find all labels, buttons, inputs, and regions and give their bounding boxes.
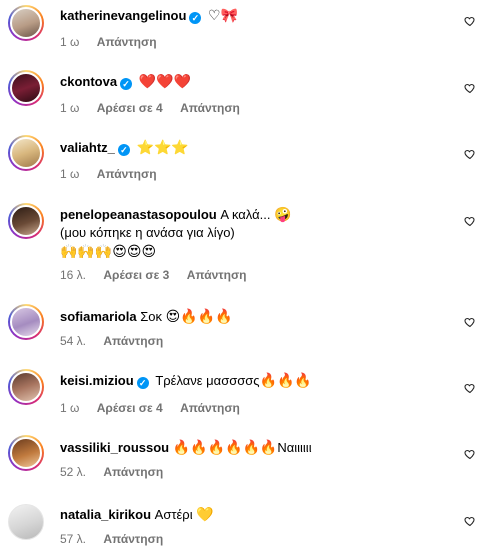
comment-text: Σοκ <box>140 309 162 324</box>
comment-time: 54 λ. <box>60 334 87 348</box>
reply-button[interactable]: Απάντηση <box>97 35 157 49</box>
avatar[interactable] <box>8 5 44 41</box>
like-heart-icon[interactable] <box>464 215 476 227</box>
like-heart-icon[interactable] <box>464 316 476 328</box>
comment-time: 57 λ. <box>60 532 87 546</box>
reply-button[interactable]: Απάντηση <box>103 465 163 479</box>
verified-icon: ✓ <box>117 144 130 156</box>
comment-emoji: 😍🔥🔥🔥 <box>165 309 233 325</box>
comment-emoji: 💛 <box>196 507 214 523</box>
verified-icon: ✓ <box>189 12 202 24</box>
comment-time: 1 ω <box>60 167 80 181</box>
comment-time: 52 λ. <box>60 465 87 479</box>
likes-count[interactable]: Αρέσει σε 4 <box>97 101 163 115</box>
like-heart-icon[interactable] <box>464 82 476 94</box>
likes-count[interactable]: Αρέσει σε 4 <box>97 401 163 415</box>
comment-emoji: ❤️❤️❤️ <box>138 74 191 90</box>
comment-text: Α καλά... <box>220 207 271 222</box>
comment-username[interactable]: penelopeanastasopoulou <box>60 207 217 222</box>
likes-count[interactable]: Αρέσει σε 3 <box>103 268 169 282</box>
reply-button[interactable]: Απάντηση <box>103 532 163 546</box>
avatar[interactable] <box>8 504 44 540</box>
avatar[interactable] <box>8 135 44 171</box>
comment-text: Αστέρι <box>154 507 193 522</box>
comment-username[interactable]: valiahtz_ <box>60 140 115 155</box>
avatar[interactable] <box>8 304 44 340</box>
comment-emoji: ♡🎀 <box>208 8 239 24</box>
avatar[interactable] <box>8 369 44 405</box>
comment-text: Τρέλανε μασσσσς <box>155 373 260 388</box>
reply-button[interactable]: Απάντηση <box>187 268 247 282</box>
comment-text: Ναιιιιιι <box>277 440 312 455</box>
like-heart-icon[interactable] <box>464 382 476 394</box>
verified-icon: ✓ <box>136 377 149 389</box>
comment-text-line2: (μου κόπηκε η ανάσα για λίγο) <box>60 225 235 240</box>
reply-button[interactable]: Απάντηση <box>103 334 163 348</box>
comment-username[interactable]: vassiliki_roussou <box>60 440 169 455</box>
avatar[interactable] <box>8 203 44 239</box>
comment-username[interactable]: keisi.miziou <box>60 373 134 388</box>
reply-button[interactable]: Απάντηση <box>180 101 240 115</box>
comment-username[interactable]: ckontova <box>60 74 117 89</box>
comment-time: 1 ω <box>60 401 80 415</box>
comment-time: 16 λ. <box>60 268 87 282</box>
comment-emoji: 🤪 <box>274 207 292 223</box>
comment-time: 1 ω <box>60 35 80 49</box>
comment-emoji: ⭐⭐⭐ <box>136 140 189 156</box>
comment-username[interactable]: sofiamariola <box>60 309 137 324</box>
comment-username[interactable]: katherinevangelinou <box>60 8 186 23</box>
like-heart-icon[interactable] <box>464 15 476 27</box>
avatar[interactable] <box>8 435 44 471</box>
avatar[interactable] <box>8 70 44 106</box>
comment-username[interactable]: natalia_kirikou <box>60 507 151 522</box>
comment-time: 1 ω <box>60 101 80 115</box>
verified-icon: ✓ <box>120 78 133 90</box>
like-heart-icon[interactable] <box>464 448 476 460</box>
comment-emoji-line3: 🙌🙌🙌😍😍😍 <box>60 244 157 260</box>
reply-button[interactable]: Απάντηση <box>97 167 157 181</box>
like-heart-icon[interactable] <box>464 515 476 527</box>
reply-button[interactable]: Απάντηση <box>180 401 240 415</box>
like-heart-icon[interactable] <box>464 148 476 160</box>
comment-emoji: 🔥🔥🔥🔥🔥🔥 <box>172 440 278 456</box>
comment-emoji: 🔥🔥🔥 <box>259 373 312 389</box>
